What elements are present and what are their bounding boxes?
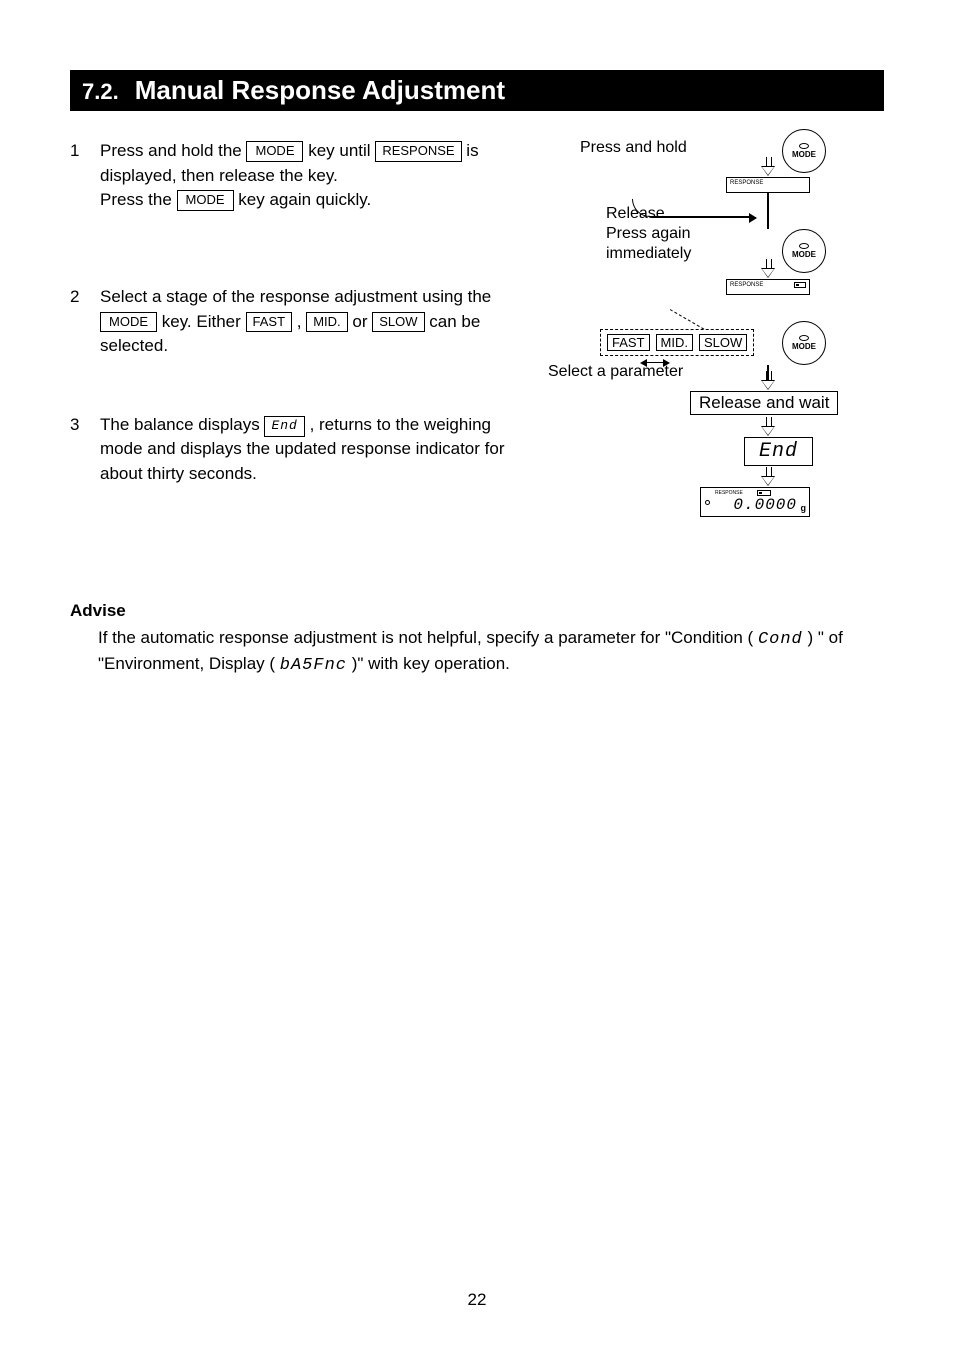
- mode-button-icon: MODE: [782, 129, 826, 173]
- step-1: 1 Press and hold the MODE key until RESP…: [70, 139, 530, 213]
- mode-button-icon: MODE: [782, 321, 826, 365]
- text: If the automatic response adjustment is …: [98, 628, 753, 647]
- lcd-value: 0.0000: [733, 496, 797, 514]
- lcd-response-indicator: RESPONSE: [726, 279, 810, 295]
- text: Select a stage of the response adjustmen…: [100, 287, 491, 306]
- select-parameter-label: Select a parameter: [548, 363, 683, 381]
- slow-option: SLOW: [699, 334, 747, 351]
- text: ,: [297, 312, 306, 331]
- end-display: End: [264, 416, 304, 437]
- step-2: 2 Select a stage of the response adjustm…: [70, 285, 530, 359]
- text: Press the: [100, 190, 177, 209]
- section-number: 7.2.: [82, 79, 119, 105]
- basfnc-code: bA5Fnc: [280, 656, 347, 675]
- release-wait-box: Release and wait: [690, 391, 838, 415]
- text: key again quickly.: [238, 190, 371, 209]
- arrow-down-icon: [762, 467, 774, 485]
- mode-key: MODE: [100, 312, 157, 333]
- arrow-down-icon: [762, 417, 774, 435]
- text: key. Either: [162, 312, 246, 331]
- mode-button-icon: MODE: [782, 229, 826, 273]
- lcd-unit: g: [801, 503, 807, 513]
- step-body: The balance displays End , returns to th…: [100, 413, 530, 487]
- mode-label: MODE: [792, 150, 816, 159]
- diagram: Press and hold MODE RESPONSE Release Pre…: [540, 139, 884, 559]
- arrow-down-icon: [762, 157, 774, 175]
- lcd-text: RESPONSE: [730, 180, 763, 186]
- mode-key: MODE: [177, 190, 234, 211]
- step-number: 2: [70, 285, 86, 359]
- response-key: RESPONSE: [375, 141, 461, 162]
- press-again-label: Press again: [606, 225, 691, 243]
- content-row: 1 Press and hold the MODE key until RESP…: [70, 139, 884, 559]
- lcd-text: RESPONSE: [730, 282, 763, 288]
- slow-key: SLOW: [372, 312, 424, 333]
- mid-option: MID.: [656, 334, 693, 351]
- text: key until: [308, 141, 375, 160]
- fast-key: FAST: [246, 312, 293, 333]
- press-hold-label: Press and hold: [580, 139, 687, 157]
- mid-key: MID.: [306, 312, 347, 333]
- stable-icon: [705, 500, 710, 505]
- end-box: End: [744, 437, 813, 466]
- steps-column: 1 Press and hold the MODE key until RESP…: [70, 139, 530, 559]
- immediately-label: immediately: [606, 245, 691, 263]
- advise-body: If the automatic response adjustment is …: [70, 626, 884, 679]
- mode-label: MODE: [792, 342, 816, 351]
- advise-section: Advise If the automatic response adjustm…: [70, 599, 884, 679]
- text: )" with key operation.: [352, 654, 510, 673]
- step-number: 1: [70, 139, 86, 213]
- step-body: Press and hold the MODE key until RESPON…: [100, 139, 530, 213]
- cond-code: Cond: [758, 630, 803, 649]
- arrow-down-icon: [762, 371, 774, 389]
- text: or: [352, 312, 372, 331]
- step-3: 3 The balance displays End , returns to …: [70, 413, 530, 487]
- text: The balance displays: [100, 415, 264, 434]
- lcd-weighing: RESPONSE 0.0000 g: [700, 487, 810, 517]
- parameter-options: FAST MID. SLOW: [600, 329, 754, 356]
- mode-key: MODE: [246, 141, 303, 162]
- text: Press and hold the: [100, 141, 246, 160]
- arrow-right-icon: [652, 217, 756, 218]
- section-title: Manual Response Adjustment: [135, 75, 505, 106]
- lcd-response: RESPONSE: [726, 177, 810, 193]
- advise-title: Advise: [70, 599, 884, 624]
- connector: [767, 193, 769, 229]
- mode-label: MODE: [792, 250, 816, 259]
- step-number: 3: [70, 413, 86, 487]
- section-header: 7.2. Manual Response Adjustment: [70, 70, 884, 111]
- fast-option: FAST: [607, 334, 650, 351]
- indicator-icon: [794, 282, 806, 288]
- release-label: Release: [606, 205, 665, 223]
- step-body: Select a stage of the response adjustmen…: [100, 285, 530, 359]
- arrow-down-icon: [762, 259, 774, 277]
- page-number: 22: [0, 1290, 954, 1310]
